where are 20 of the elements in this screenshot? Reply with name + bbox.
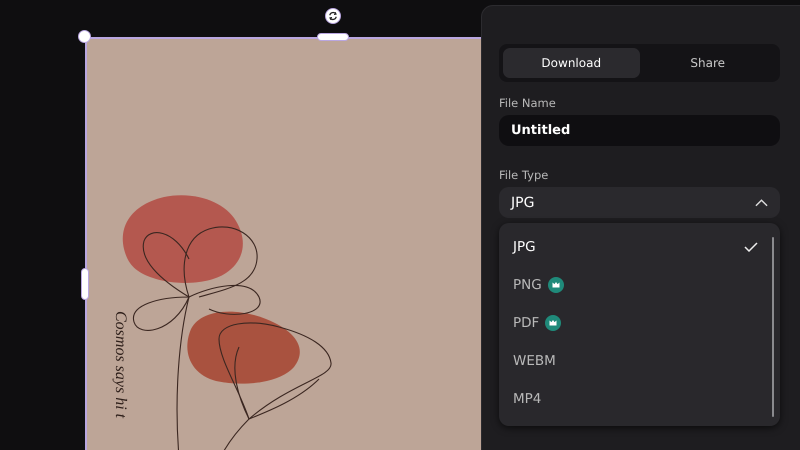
file-type-dropdown[interactable]: JPG [499, 187, 780, 218]
handwritten-text[interactable]: Cosmos says hi t [111, 311, 129, 418]
tab[interactable]: Share [640, 48, 776, 78]
menu-item[interactable]: PDF [499, 304, 780, 342]
scrollbar[interactable] [772, 237, 774, 417]
field-label: File Type [499, 168, 550, 182]
checkmark-icon [744, 242, 758, 252]
rotate-handle-icon[interactable] [325, 8, 341, 24]
menu-item[interactable]: JPG [499, 228, 780, 266]
menu-item[interactable]: MP4 [499, 380, 780, 418]
resize-handle-icon[interactable] [81, 268, 89, 300]
artboard[interactable]: Cosmos says hi t [85, 37, 481, 450]
field-label: File Name [499, 96, 557, 110]
menu-item[interactable]: PNG [499, 266, 780, 304]
tab[interactable]: Download [503, 48, 640, 78]
resize-handle-icon[interactable] [78, 30, 91, 43]
chevron-icon [755, 198, 768, 206]
menu-item[interactable]: WEBM [499, 342, 780, 380]
resize-handle-icon[interactable] [317, 33, 349, 41]
input-field[interactable]: Untitled [499, 115, 780, 146]
